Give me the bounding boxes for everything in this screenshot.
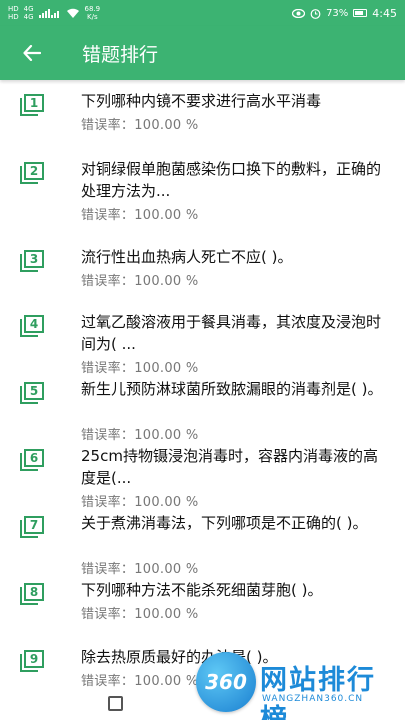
sim1-network: 4G (23, 5, 34, 13)
question-text: 关于煮沸消毒法，下列哪项是不正确的( )。 (81, 513, 368, 532)
status-left: HD HD 4G 4G 68.9 K/s (8, 5, 100, 21)
rank-number: 4 (24, 314, 44, 333)
number-badge-icon: 2 (20, 161, 44, 184)
status-right: 73% 4:45 (292, 7, 397, 20)
status-bar: HD HD 4G 4G 68.9 K/s 73% 4:45 (0, 0, 405, 26)
list-item[interactable]: 6 25cm持物镊浸泡消毒时，容器内消毒液的高度是(... 错误率：100.00… (0, 435, 405, 510)
rank-number: 1 (24, 94, 44, 112)
sim2-network: 4G (23, 13, 34, 21)
number-badge-icon: 7 (20, 515, 44, 538)
rank-number: 6 (24, 448, 44, 467)
question-text: 下列哪种内镜不要求进行高水平消毒 (81, 92, 322, 110)
question-text: 25cm持物镊浸泡消毒时，容器内消毒液的高度是(... (81, 446, 378, 487)
list-item[interactable]: 2 对铜绿假单胞菌感染伤口换下的敷料，正确的处理方法为... 错误率：100.0… (0, 148, 405, 236)
wifi-icon (66, 8, 79, 18)
number-badge-icon: 5 (20, 381, 44, 404)
arrow-left-icon (23, 45, 41, 61)
question-text: 流行性出血热病人死亡不应( )。 (81, 247, 293, 266)
rank-number: 8 (24, 582, 44, 601)
battery-percent: 73% (326, 7, 349, 19)
list-item[interactable]: 3 流行性出血热病人死亡不应( )。 错误率：100.00 % (0, 236, 405, 301)
watermark-logo-icon: 360 (196, 652, 256, 712)
network-indicators: 4G 4G (24, 5, 34, 21)
number-badge-icon: 1 (20, 94, 44, 116)
error-rate: 错误率：100.00 % (81, 273, 199, 289)
speed-unit: K/s (87, 13, 98, 21)
error-rate: 错误率：100.00 % (81, 207, 199, 223)
error-rate: 错误率：100.00 % (81, 606, 199, 622)
network-speed: 68.9 K/s (85, 5, 101, 21)
speed-value: 68.9 (84, 5, 101, 13)
battery-icon (353, 9, 368, 17)
app-bar: 错题排行 (0, 26, 405, 80)
list-item[interactable]: 5 新生儿预防淋球菌所致脓漏眼的消毒剂是( )。 错误率：100.00 % (0, 368, 405, 443)
error-rate: 错误率：100.00 % (81, 673, 199, 689)
alarm-icon (310, 8, 321, 19)
question-text: 下列哪种方法不能杀死细菌芽胞( )。 (81, 580, 323, 599)
signal-icon (38, 9, 59, 18)
number-badge-icon: 4 (20, 314, 44, 337)
rank-number: 5 (24, 381, 44, 400)
back-button[interactable] (0, 26, 64, 80)
number-badge-icon: 9 (20, 649, 44, 672)
list-item[interactable]: 8 下列哪种方法不能杀死细菌芽胞( )。 错误率：100.00 % (0, 569, 405, 636)
watermark-title: 网站排行榜 (260, 665, 376, 720)
page-title: 错题排行 (82, 43, 159, 66)
eye-icon (292, 8, 306, 18)
question-text: 新生儿预防淋球菌所致脓漏眼的消毒剂是( )。 (81, 379, 383, 398)
rank-number: 2 (24, 161, 44, 180)
watermark: 360 网站排行榜 WANGZHAN360.CN (196, 652, 401, 720)
list-item[interactable]: 4 过氧乙酸溶液用于餐具消毒，其浓度及浸泡时间为( ... 错误率：100.00… (0, 301, 405, 376)
sim2-label: HD (8, 13, 19, 21)
rank-number: 3 (24, 249, 44, 268)
sim-indicators: HD HD (8, 5, 19, 21)
number-badge-icon: 6 (20, 448, 44, 471)
wrong-question-list: 1 下列哪种内镜不要求进行高水平消毒 错误率：100.00 % 2 对铜绿假单胞… (0, 80, 405, 703)
rank-number: 7 (24, 515, 44, 534)
clock: 4:45 (372, 6, 397, 20)
question-text: 对铜绿假单胞菌感染伤口换下的敷料，正确的处理方法为... (81, 159, 382, 200)
sim1-label: HD (8, 5, 19, 13)
rank-number: 9 (24, 649, 44, 668)
watermark-subtitle: WANGZHAN360.CN (262, 694, 364, 704)
list-item[interactable]: 1 下列哪种内镜不要求进行高水平消毒 错误率：100.00 % (0, 80, 405, 148)
question-text: 过氧乙酸溶液用于餐具消毒，其浓度及浸泡时间为( ... (81, 312, 382, 353)
number-badge-icon: 8 (20, 582, 44, 605)
list-item[interactable]: 7 关于煮沸消毒法，下列哪项是不正确的( )。 错误率：100.00 % (0, 502, 405, 577)
number-badge-icon: 3 (20, 249, 44, 272)
recent-apps-button[interactable] (108, 696, 123, 711)
error-rate: 错误率：100.00 % (81, 118, 199, 133)
